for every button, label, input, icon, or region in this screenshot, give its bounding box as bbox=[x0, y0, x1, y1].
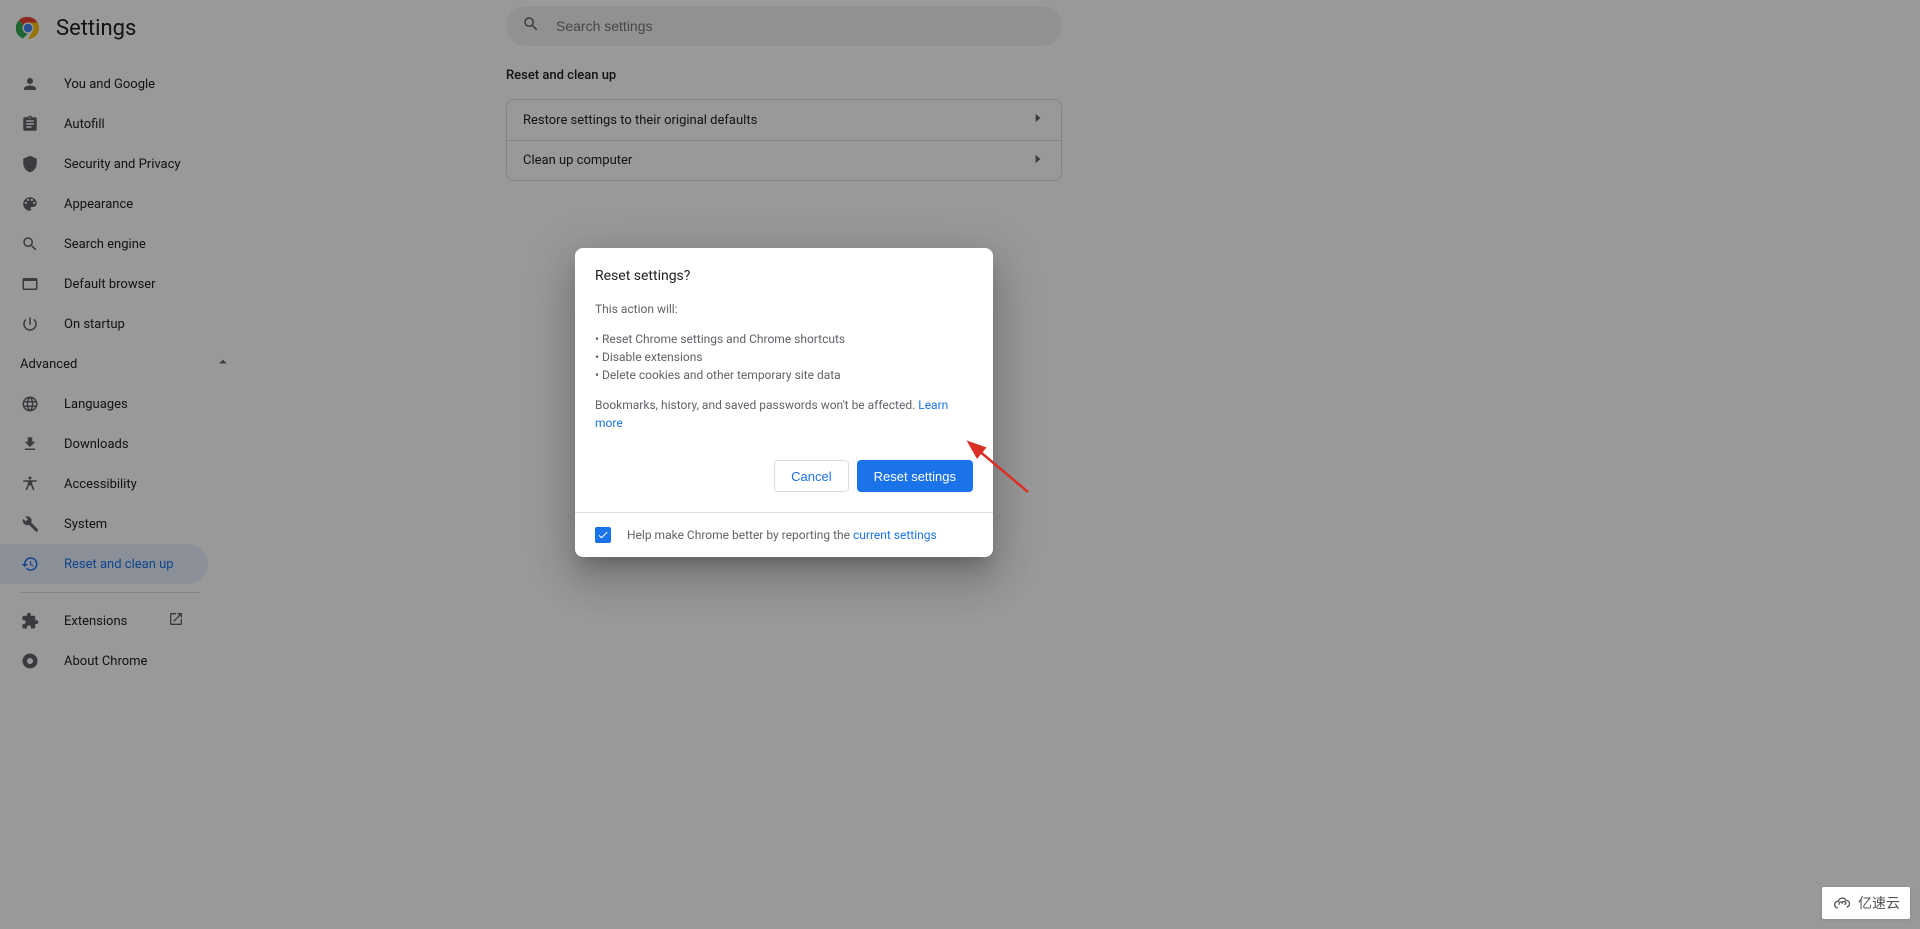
dialog-body: Reset settings? This action will: • Rese… bbox=[575, 248, 993, 432]
dialog-intro: This action will: bbox=[595, 300, 973, 318]
current-settings-link[interactable]: current settings bbox=[853, 528, 937, 542]
dialog-bullet: • Delete cookies and other temporary sit… bbox=[595, 366, 973, 384]
watermark: 亿速云 bbox=[1822, 887, 1910, 919]
cancel-button[interactable]: Cancel bbox=[774, 460, 848, 492]
report-settings-checkbox[interactable] bbox=[595, 527, 611, 543]
dialog-text: This action will: • Reset Chrome setting… bbox=[595, 300, 973, 432]
reset-settings-dialog: Reset settings? This action will: • Rese… bbox=[575, 248, 993, 557]
watermark-text: 亿速云 bbox=[1858, 893, 1900, 913]
dialog-note: Bookmarks, history, and saved passwords … bbox=[595, 396, 973, 432]
footer-text: Help make Chrome better by reporting the… bbox=[627, 528, 937, 542]
dialog-footer: Help make Chrome better by reporting the… bbox=[575, 512, 993, 557]
dialog-bullets: • Reset Chrome settings and Chrome short… bbox=[595, 330, 973, 384]
dialog-actions: Cancel Reset settings bbox=[575, 444, 993, 512]
dialog-bullet: • Disable extensions bbox=[595, 348, 973, 366]
reset-settings-button[interactable]: Reset settings bbox=[857, 460, 973, 492]
dialog-bullet: • Reset Chrome settings and Chrome short… bbox=[595, 330, 973, 348]
dialog-title: Reset settings? bbox=[595, 268, 973, 284]
app-root: Settings You and Google Autofill Securit… bbox=[0, 0, 1920, 929]
cloud-icon bbox=[1832, 893, 1852, 913]
check-icon bbox=[597, 529, 609, 541]
